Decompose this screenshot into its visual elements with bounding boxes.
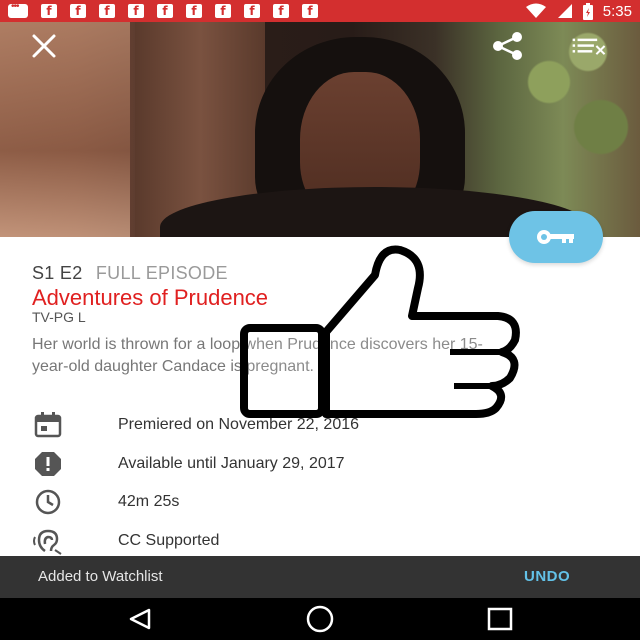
snackbar: Added to Watchlist UNDO — [0, 556, 640, 598]
facebook-icon: f — [128, 4, 144, 18]
episode-title: Adventures of Prudence — [32, 285, 269, 310]
battery-icon — [582, 2, 593, 20]
detail-row-duration: 42m 25s — [0, 487, 640, 517]
facebook-icon: f — [157, 4, 173, 18]
status-bar: f f f f f f f f f f 5:35 — [0, 0, 640, 22]
facebook-icon: f — [215, 4, 231, 18]
back-icon — [129, 608, 151, 630]
facebook-icon: f — [41, 4, 57, 18]
message-icon — [8, 1, 28, 18]
wifi-icon — [525, 3, 546, 18]
availability-date: Available until January 29, 2017 — [118, 455, 345, 472]
episode-hero-image — [0, 22, 640, 237]
share-button[interactable] — [490, 30, 526, 62]
share-icon — [493, 32, 522, 60]
facebook-icon: f — [70, 4, 86, 18]
back-button[interactable] — [120, 604, 160, 634]
key-icon — [537, 230, 574, 244]
content-rating: TV-PG L — [32, 309, 86, 325]
facebook-icon: f — [302, 4, 318, 18]
close-icon — [32, 34, 56, 58]
captions-support: CC Supported — [118, 532, 220, 549]
notification-icons: f f f f f f f f f f — [8, 1, 318, 18]
home-button[interactable] — [300, 604, 340, 634]
navigation-bar — [0, 598, 640, 640]
clock-time: 5:35 — [602, 2, 632, 20]
facebook-icon: f — [99, 4, 115, 18]
detail-row-availability: Available until January 29, 2017 — [0, 449, 640, 479]
facebook-icon: f — [186, 4, 202, 18]
thumbs-up-overlay — [240, 240, 525, 420]
recents-icon — [487, 607, 513, 631]
facebook-icon: f — [273, 4, 289, 18]
queue-icon — [572, 38, 606, 55]
recents-button[interactable] — [480, 604, 520, 634]
thumbs-up-icon — [240, 245, 520, 418]
undo-button[interactable]: UNDO — [524, 568, 570, 585]
close-button[interactable] — [26, 30, 62, 62]
snackbar-message: Added to Watchlist — [38, 568, 163, 585]
episode-meta: S1 E2 FULL EPISODE — [32, 263, 228, 284]
detail-row-captions: CC Supported — [0, 526, 640, 556]
duration: 42m 25s — [118, 493, 180, 510]
home-icon — [306, 605, 334, 633]
episode-type-label: FULL EPISODE — [95, 263, 228, 283]
season-episode-label: S1 E2 — [32, 263, 83, 283]
clock-icon — [35, 489, 61, 515]
queue-button[interactable] — [571, 30, 607, 62]
facebook-icon: f — [244, 4, 260, 18]
calendar-icon — [34, 412, 62, 438]
alert-icon — [35, 452, 61, 476]
closed-caption-icon — [33, 529, 62, 555]
signal-icon — [557, 4, 572, 18]
